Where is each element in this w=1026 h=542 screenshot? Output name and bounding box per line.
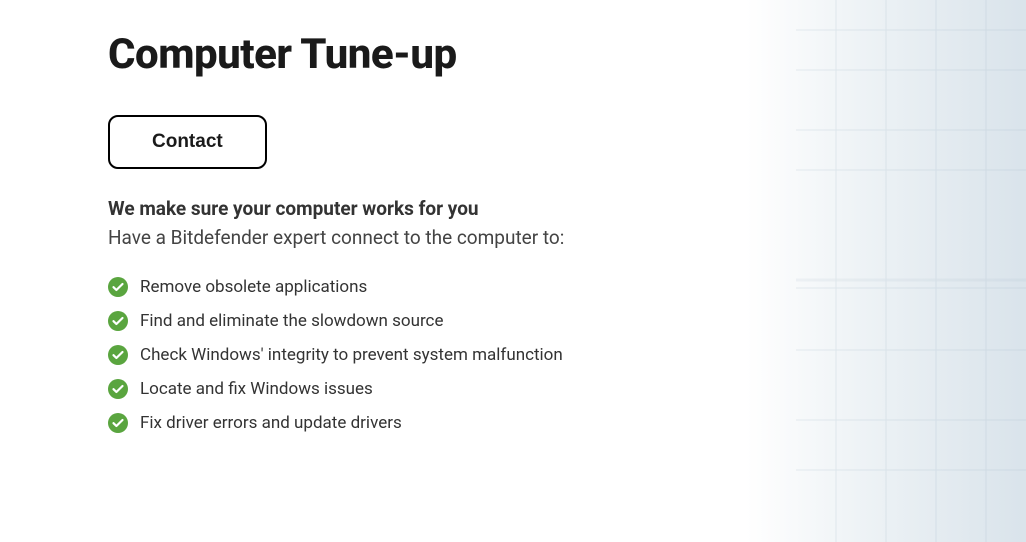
check-circle-icon	[108, 345, 128, 365]
check-circle-icon	[108, 379, 128, 399]
check-circle-icon	[108, 311, 128, 331]
feature-text: Check Windows' integrity to prevent syst…	[140, 345, 563, 365]
list-item: Check Windows' integrity to prevent syst…	[108, 345, 918, 365]
feature-text: Find and eliminate the slowdown source	[140, 311, 443, 331]
subtitle-text: Have a Bitdefender expert connect to the…	[108, 226, 918, 249]
feature-list: Remove obsolete applications Find and el…	[108, 277, 918, 433]
list-item: Fix driver errors and update drivers	[108, 413, 918, 433]
page-title: Computer Tune-up	[108, 30, 918, 79]
list-item: Find and eliminate the slowdown source	[108, 311, 918, 331]
main-content: Computer Tune-up Contact We make sure yo…	[0, 0, 1026, 477]
check-circle-icon	[108, 413, 128, 433]
list-item: Locate and fix Windows issues	[108, 379, 918, 399]
check-circle-icon	[108, 277, 128, 297]
list-item: Remove obsolete applications	[108, 277, 918, 297]
feature-text: Locate and fix Windows issues	[140, 379, 373, 399]
feature-text: Fix driver errors and update drivers	[140, 413, 402, 433]
feature-text: Remove obsolete applications	[140, 277, 367, 297]
contact-button[interactable]: Contact	[108, 115, 267, 169]
subtitle-bold: We make sure your computer works for you	[108, 197, 918, 220]
